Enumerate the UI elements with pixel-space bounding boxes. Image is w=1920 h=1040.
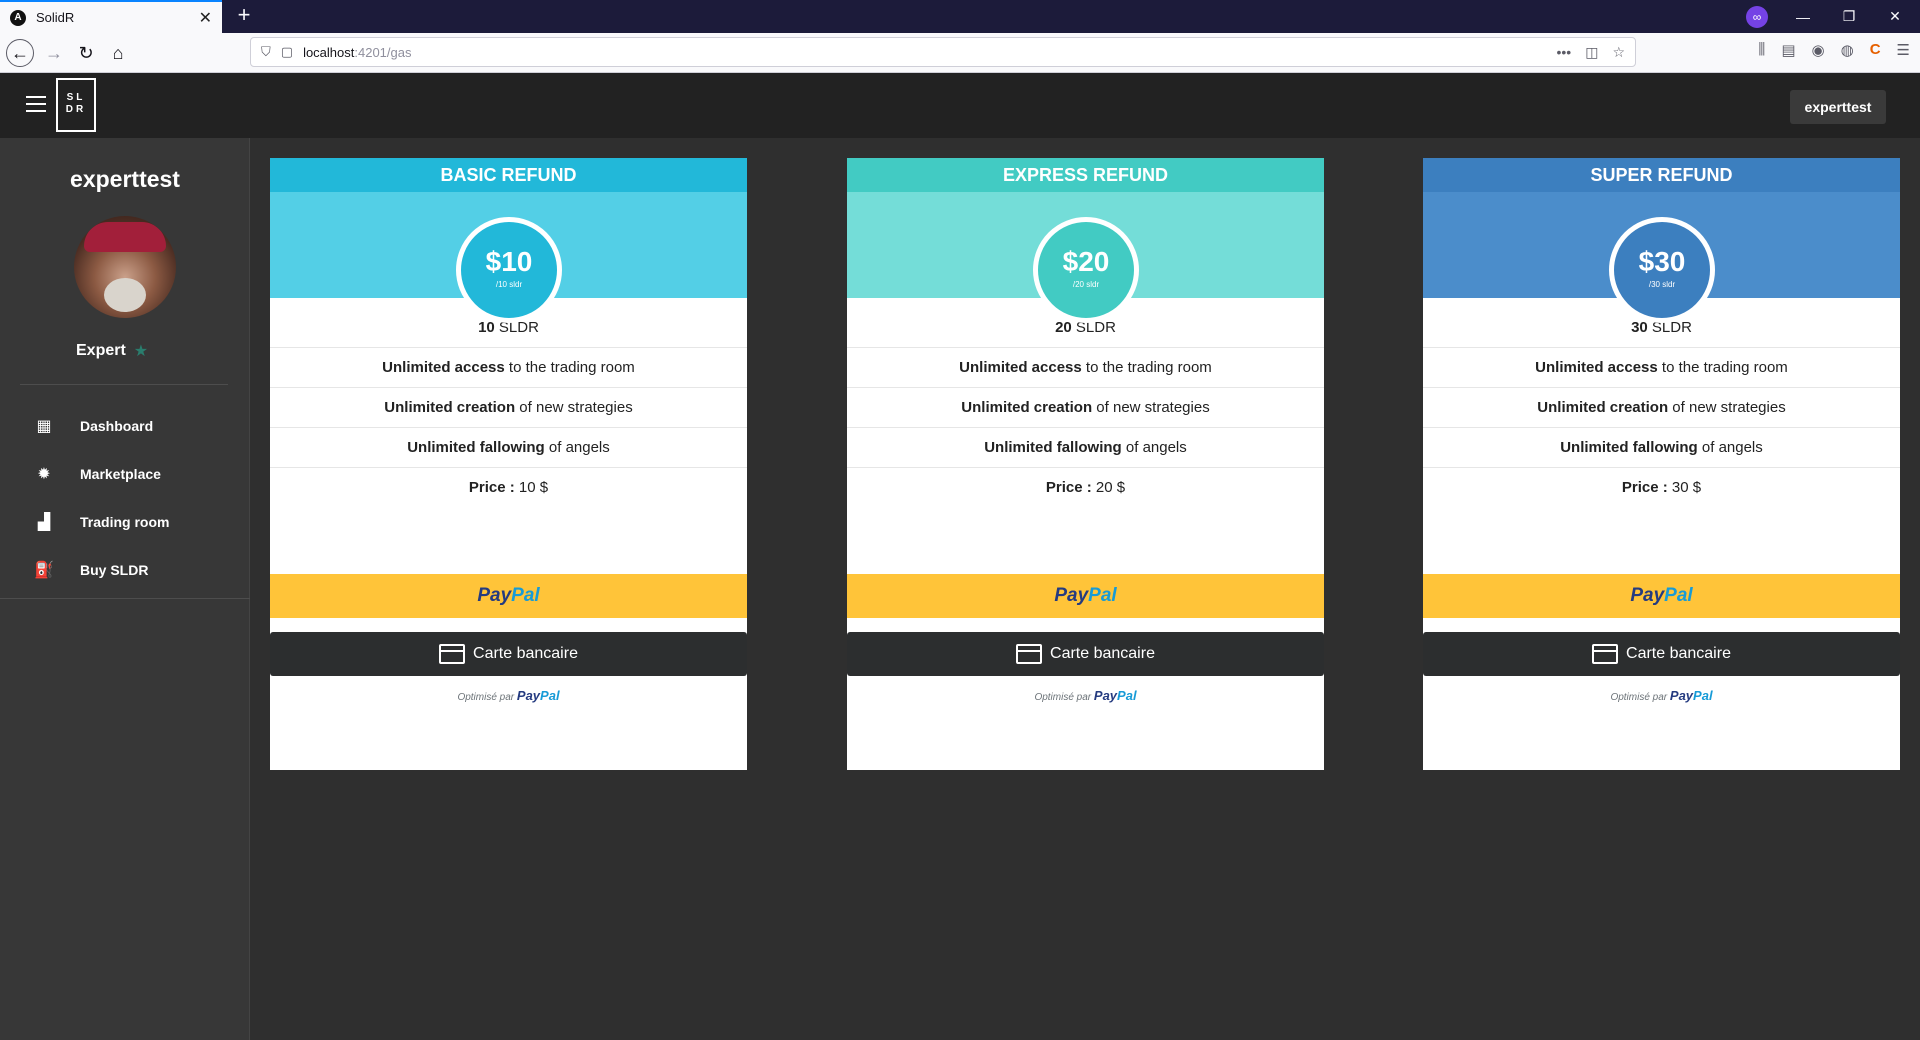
- gas-station-icon: ⛽: [34, 562, 54, 579]
- user-role: Expert ★: [76, 341, 148, 361]
- close-window-icon[interactable]: ✕: [1872, 0, 1918, 33]
- feature-access: Unlimited access to the trading room: [1423, 348, 1900, 388]
- feature-access: Unlimited access to the trading room: [847, 348, 1324, 388]
- bar-chart-icon: ▟: [37, 514, 51, 531]
- price-per: /30 sldr: [1648, 280, 1676, 289]
- lightbulb-icon: ✹: [37, 466, 51, 483]
- card-payment-button[interactable]: Carte bancaire: [1423, 632, 1900, 676]
- feature-creation: Unlimited creation of new strategies: [270, 388, 747, 428]
- price-circle: $20 /20 sldr: [1033, 217, 1139, 323]
- card-band: $30 /30 sldr: [1423, 192, 1900, 323]
- powered-by-paypal: Optimisé par PayPal: [1034, 688, 1137, 703]
- card-title: EXPRESS REFUND: [847, 158, 1324, 192]
- close-tab-icon[interactable]: ✕: [199, 8, 212, 28]
- role-label: Expert: [76, 342, 126, 359]
- page-icon: ▢: [280, 44, 294, 59]
- credit-card-icon: [1592, 644, 1619, 664]
- sidebar-item-label: Trading room: [80, 514, 170, 530]
- card-title: SUPER REFUND: [1423, 158, 1900, 192]
- price-line: Price : 30 $: [1621, 479, 1702, 496]
- sidebar-item-buy-sldr[interactable]: ⛽ Buy SLDR: [0, 546, 250, 594]
- tab-title: SolidR: [36, 10, 75, 25]
- hamburger-menu-icon[interactable]: [26, 96, 46, 112]
- price-circle: $30 /30 sldr: [1609, 217, 1715, 323]
- url-path: :4201/gas: [354, 44, 412, 60]
- card-band: $10 /10 sldr: [270, 192, 747, 323]
- price-amount: $10: [485, 246, 533, 277]
- powered-by-paypal: Optimisé par PayPal: [457, 688, 560, 703]
- feature-following: Unlimited fallowing of angels: [1423, 428, 1900, 468]
- url-bar[interactable]: ⛉ ▢ localhost :4201/gas ••• ◫ ☆: [250, 37, 1636, 67]
- menu-icon[interactable]: ☰: [1897, 41, 1910, 59]
- credit-card-icon: [1016, 644, 1043, 664]
- sidebar-item-label: Buy SLDR: [80, 562, 149, 578]
- url-host: localhost: [303, 44, 355, 60]
- sidebar-item-label: Dashboard: [80, 418, 154, 434]
- card-title: BASIC REFUND: [270, 158, 747, 192]
- pricing-card-basic: BASIC REFUND $10 /10 sldr 10 SLDR Unlimi…: [270, 158, 747, 770]
- user-account-button[interactable]: experttest: [1790, 90, 1886, 124]
- more-actions-icon[interactable]: •••: [1556, 44, 1571, 61]
- shield-icon[interactable]: ⛉: [261, 44, 271, 60]
- price-per: /20 sldr: [1072, 280, 1100, 289]
- card-payment-button[interactable]: Carte bancaire: [847, 632, 1324, 676]
- sidebar-item-dashboard[interactable]: ▦ Dashboard: [0, 402, 250, 450]
- sidebar-item-label: Marketplace: [80, 466, 161, 482]
- pricing-card-express: EXPRESS REFUND $20 /20 sldr 20 SLDR Unli…: [847, 158, 1324, 770]
- avatar: [74, 216, 176, 318]
- star-icon: ★: [133, 343, 149, 360]
- browser-tab[interactable]: A SolidR ✕: [0, 0, 222, 33]
- sidebar-item-trading-room[interactable]: ▟ Trading room: [0, 498, 250, 546]
- browser-tab-bar: A SolidR ✕ + ∞ — ❐ ✕: [0, 0, 1920, 33]
- sidebar-toggle-icon[interactable]: ▤: [1781, 41, 1795, 59]
- new-tab-button[interactable]: +: [232, 4, 256, 28]
- pocket-icon[interactable]: ◫: [1585, 44, 1598, 61]
- powered-by-paypal: Optimisé par PayPal: [1610, 688, 1713, 703]
- library-icon[interactable]: ⫼: [1758, 41, 1765, 59]
- sidebar-divider: [20, 384, 228, 385]
- price-line: Price : 10 $: [468, 479, 549, 496]
- feature-access: Unlimited access to the trading room: [270, 348, 747, 388]
- forward-arrow-icon[interactable]: →: [40, 39, 68, 67]
- bookmark-star-icon[interactable]: ☆: [1612, 44, 1625, 61]
- sidebar: experttest Expert ★ ▦ Dashboard ✹ Market…: [0, 138, 250, 1040]
- home-icon[interactable]: ⌂: [104, 39, 132, 67]
- price-circle: $10 /10 sldr: [456, 217, 562, 323]
- credit-card-icon: [439, 644, 466, 664]
- sidebar-item-marketplace[interactable]: ✹ Marketplace: [0, 450, 250, 498]
- pricing-card-super: SUPER REFUND $30 /30 sldr 30 SLDR Unlimi…: [1423, 158, 1900, 770]
- paypal-button[interactable]: Pay Pal: [270, 574, 747, 618]
- angular-icon: A: [10, 9, 26, 26]
- account-icon[interactable]: ◉: [1812, 41, 1825, 59]
- card-payment-button[interactable]: Carte bancaire: [270, 632, 747, 676]
- extension-icon[interactable]: ◍: [1841, 41, 1854, 59]
- private-mask-icon[interactable]: ∞: [1746, 6, 1768, 28]
- back-arrow-icon[interactable]: ←: [6, 39, 34, 67]
- card-band: $20 /20 sldr: [847, 192, 1324, 323]
- browser-nav-bar: ← → ↻ ⌂ ⛉ ▢ localhost :4201/gas ••• ◫ ☆ …: [0, 33, 1920, 73]
- price-line: Price : 20 $: [1045, 479, 1126, 496]
- price-amount: $20: [1062, 246, 1110, 277]
- paypal-button[interactable]: Pay Pal: [847, 574, 1324, 618]
- feature-creation: Unlimited creation of new strategies: [1423, 388, 1900, 428]
- sidebar-menu: ▦ Dashboard ✹ Marketplace ▟ Trading room…: [0, 402, 250, 594]
- price-per: /10 sldr: [495, 280, 523, 289]
- feature-creation: Unlimited creation of new strategies: [847, 388, 1324, 428]
- reload-icon[interactable]: ↻: [72, 39, 100, 67]
- sidebar-username: experttest: [70, 166, 180, 192]
- restore-icon[interactable]: ❐: [1826, 0, 1872, 33]
- price-amount: $30: [1638, 246, 1686, 277]
- sldr-logo: SL DR: [56, 78, 96, 132]
- feature-following: Unlimited fallowing of angels: [270, 428, 747, 468]
- feature-following: Unlimited fallowing of angels: [847, 428, 1324, 468]
- paypal-button[interactable]: Pay Pal: [1423, 574, 1900, 618]
- minimize-icon[interactable]: —: [1780, 0, 1826, 33]
- app-header: SL DR experttest: [0, 73, 1920, 138]
- extension-c-icon[interactable]: C: [1870, 41, 1881, 59]
- dashboard-icon: ▦: [36, 418, 52, 435]
- sidebar-bottom-divider: [0, 598, 250, 599]
